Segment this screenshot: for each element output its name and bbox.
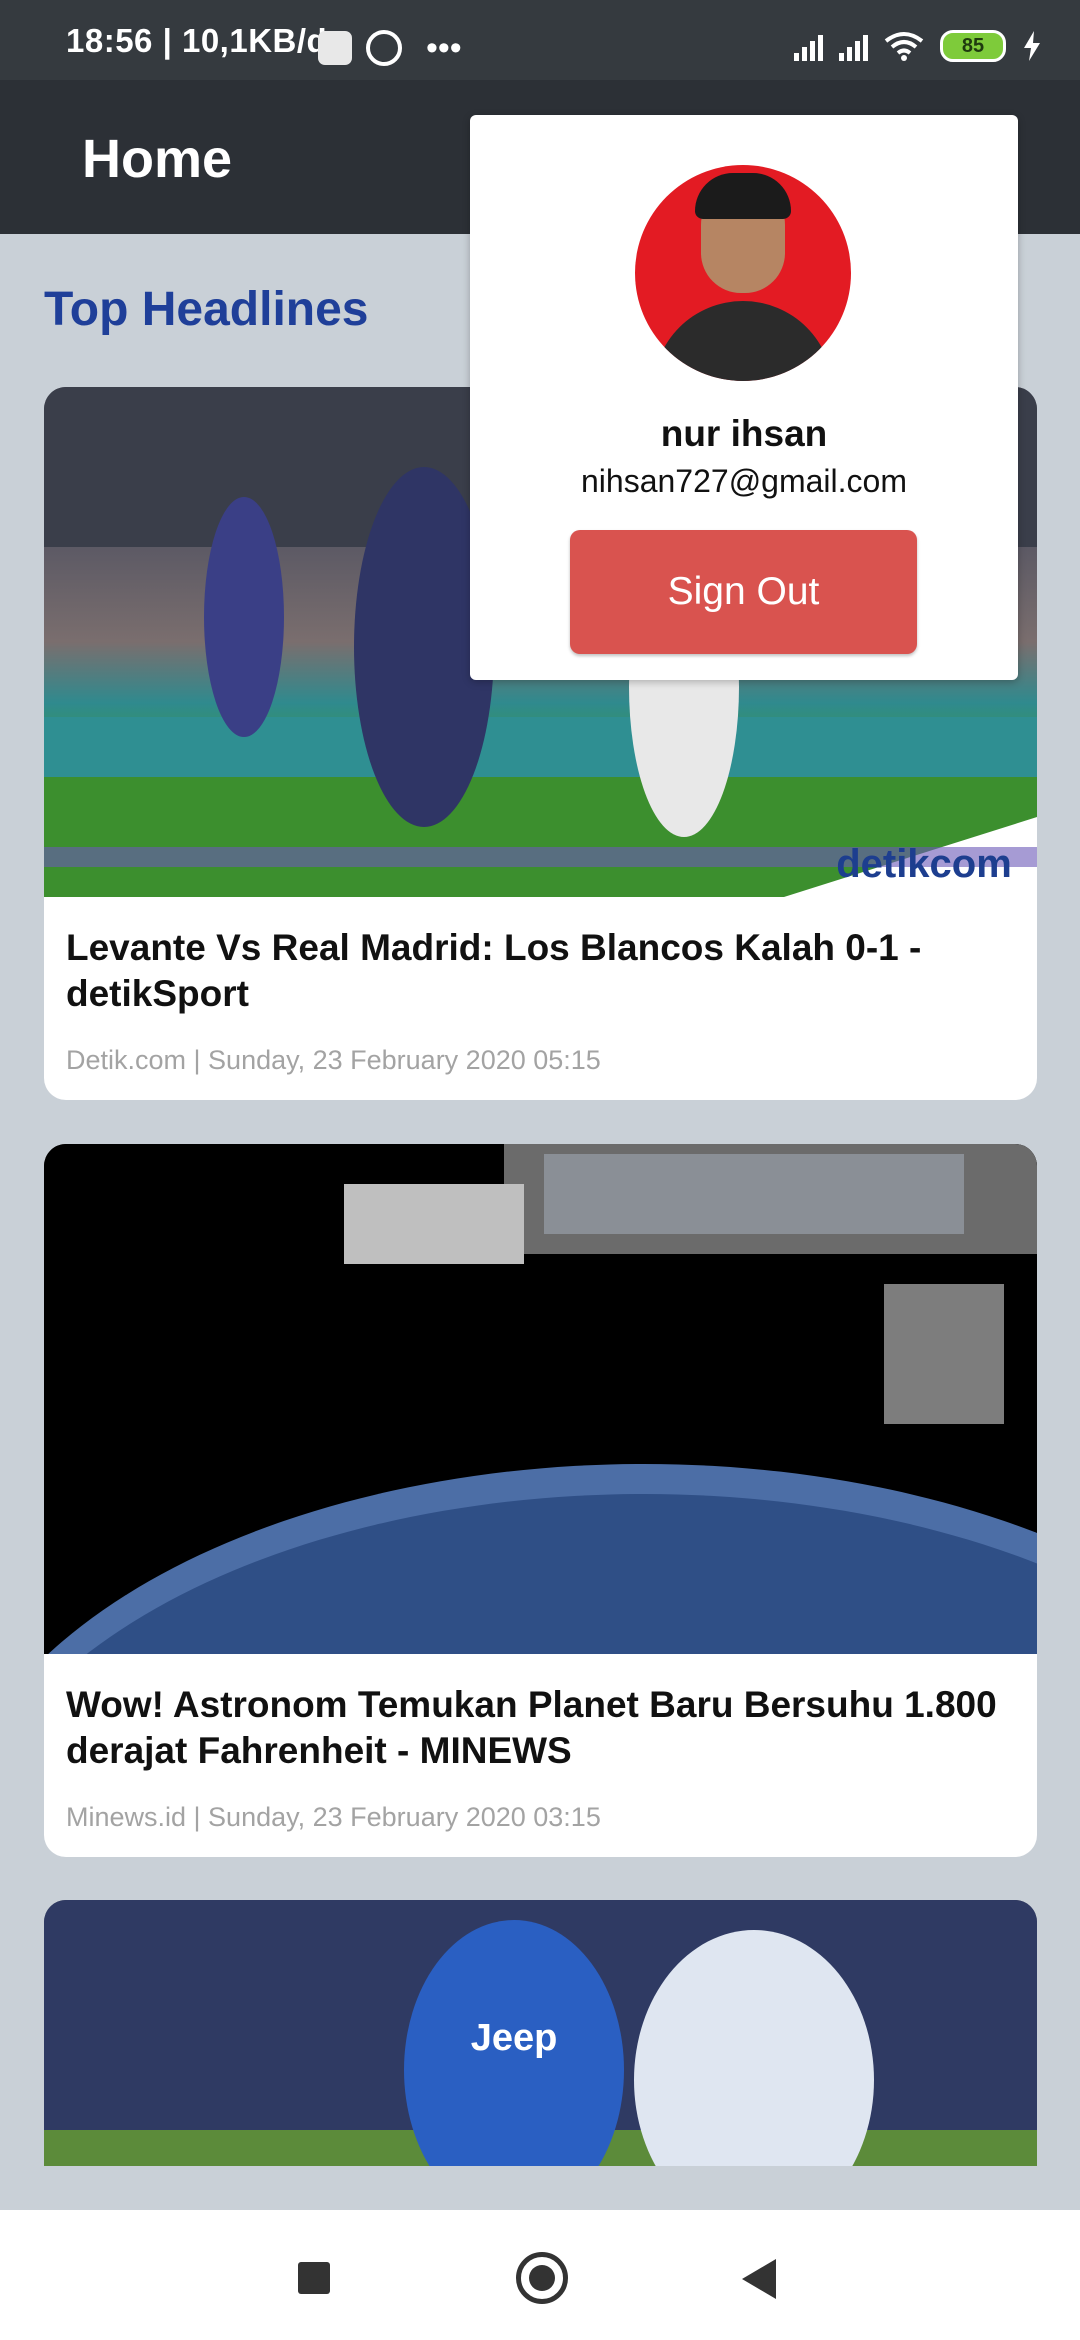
avatar-hair: [695, 173, 791, 219]
wifi-icon: [884, 32, 924, 61]
recents-square-icon[interactable]: [298, 2262, 330, 2294]
more-notifications-icon: •••: [426, 29, 462, 67]
article-card[interactable]: Jeep: [44, 1900, 1037, 2166]
article-meta: Detik.com | Sunday, 23 February 2020 05:…: [66, 1045, 601, 1075]
incognito-icon: [318, 31, 352, 65]
signal-icon-2: [839, 31, 868, 61]
home-circle-inner-icon: [529, 2265, 555, 2291]
avatar-body: [653, 301, 833, 381]
section-title: Top Headlines: [44, 283, 369, 336]
status-icons-right: 85: [794, 30, 1042, 62]
charging-icon: [1024, 31, 1040, 61]
article-card[interactable]: Wow! Astronom Temukan Planet Baru Bersuh…: [44, 1144, 1037, 1857]
user-email: nihsan727@gmail.com: [581, 463, 907, 499]
signal-icon: [794, 31, 823, 61]
status-time: 18:56 | 10,1KB/d: [66, 22, 328, 59]
user-name: nur ihsan: [660, 413, 828, 454]
home-circle-icon[interactable]: [516, 2252, 568, 2304]
space-scene: [44, 1144, 1037, 1857]
jeep-jersey-text: Jeep: [471, 2017, 558, 2059]
battery-icon: 85: [940, 30, 1006, 62]
football-scene-2: Jeep: [44, 1900, 1037, 2166]
detikcom-logo: detikcom: [836, 842, 1012, 886]
page-title: Home: [82, 129, 233, 189]
article-image: Jeep: [44, 1900, 1037, 2166]
article-title[interactable]: Levante Vs Real Madrid: Los Blancos Kala…: [66, 925, 1016, 1017]
account-popup: nur ihsan nihsan727@gmail.com Sign Out: [470, 115, 1018, 680]
article-image: [44, 1144, 1037, 1857]
back-triangle-icon[interactable]: [742, 2259, 776, 2299]
article-title[interactable]: Wow! Astronom Temukan Planet Baru Bersuh…: [66, 1682, 1016, 1774]
avatar: [635, 165, 851, 381]
status-bar: 18:56 | 10,1KB/d ••• 85: [0, 0, 1080, 80]
sign-out-button[interactable]: Sign Out: [570, 530, 917, 654]
status-icons-left: •••: [318, 30, 462, 66]
article-meta: Minews.id | Sunday, 23 February 2020 03:…: [66, 1802, 601, 1832]
whatsapp-icon: [366, 30, 402, 66]
system-nav-bar: [0, 2210, 1080, 2340]
